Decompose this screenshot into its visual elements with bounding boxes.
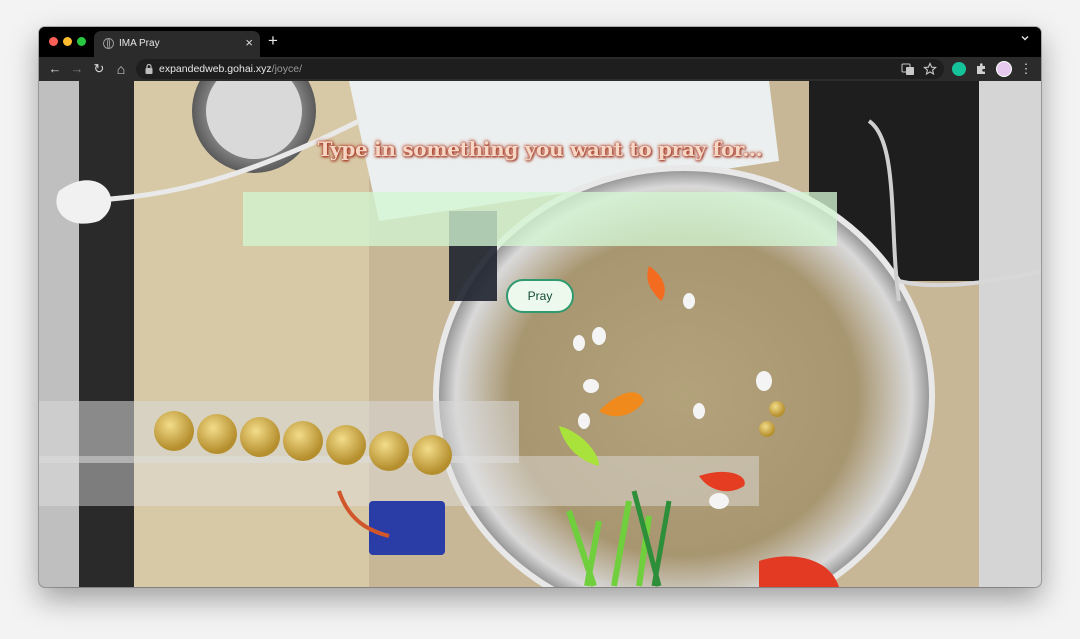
tab-close-button[interactable]: × [245,35,253,51]
kebab-menu-icon[interactable]: ⋮ [1018,61,1034,77]
new-tab-button[interactable]: + [268,32,278,50]
address-bar[interactable]: expandedweb.gohai.xyz/joyce/ [136,59,944,79]
browser-window: IMA Pray × + ← → ↻ ⌂ expandedweb.gohai.x… [39,27,1041,587]
lock-icon[interactable] [144,63,154,75]
star-icon[interactable] [923,62,937,76]
tab-strip: IMA Pray × + [39,27,1041,57]
url-host: expandedweb.gohai.xyz [159,63,272,75]
globe-icon [103,38,114,49]
minimize-window-button[interactable] [63,37,72,46]
home-button[interactable]: ⌂ [113,61,129,77]
maximize-window-button[interactable] [77,37,86,46]
puzzle-icon[interactable] [974,62,988,76]
close-window-button[interactable] [49,37,58,46]
avatar-icon[interactable] [996,61,1012,77]
pray-button[interactable]: Pray [506,279,574,313]
url-text[interactable]: expandedweb.gohai.xyz/joyce/ [159,63,302,75]
page-content: Type in something you want to pray for..… [39,81,1041,587]
tab-search-chevron-icon[interactable] [1021,34,1029,42]
forward-button[interactable]: → [69,61,85,77]
url-path: /joyce/ [271,63,303,75]
translate-icon[interactable] [901,62,915,76]
grammarly-icon[interactable] [952,62,966,76]
reload-button[interactable]: ↻ [91,61,107,77]
back-button[interactable]: ← [47,61,63,77]
tab-ima-pray[interactable]: IMA Pray × [94,31,260,57]
prayer-input[interactable] [243,192,837,246]
page-heading: Type in something you want to pray for..… [317,137,763,161]
browser-toolbar: ← → ↻ ⌂ expandedweb.gohai.xyz/joyce/ ⋮ [39,57,1041,81]
tab-title: IMA Pray [119,38,160,49]
